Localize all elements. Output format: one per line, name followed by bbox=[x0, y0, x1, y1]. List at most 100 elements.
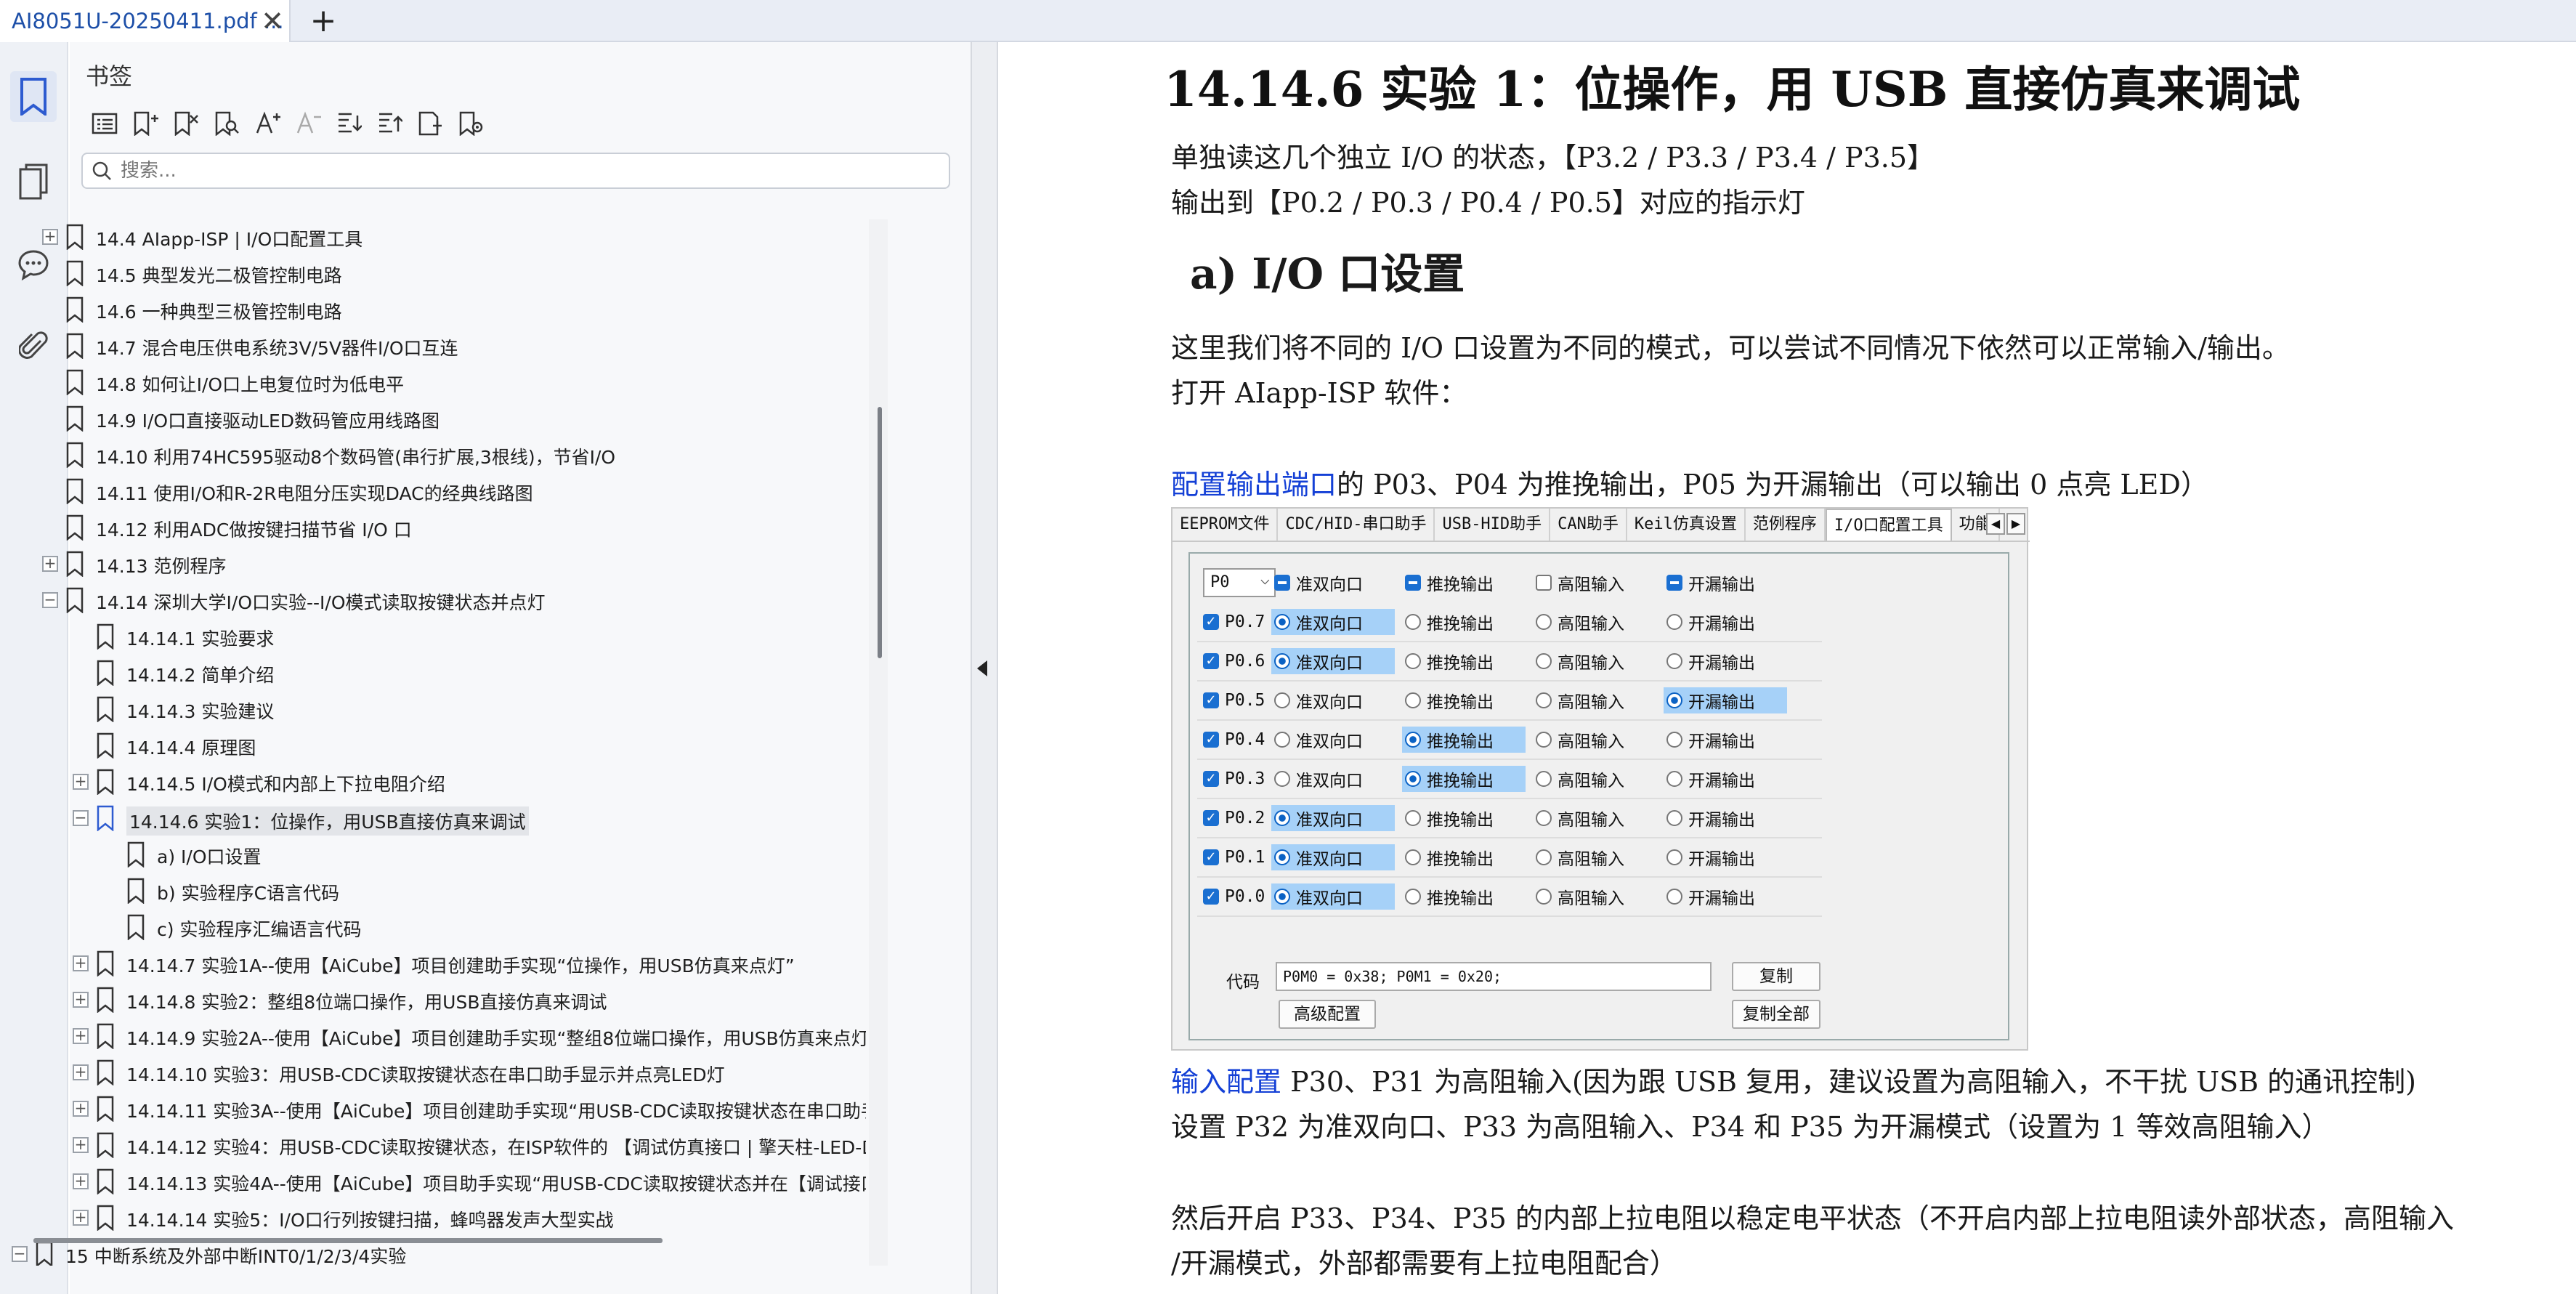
new-tab-button[interactable]: + bbox=[307, 5, 340, 37]
pin-checkbox[interactable]: ✓ P0.1 bbox=[1200, 844, 1265, 870]
expand-icon[interactable]: + bbox=[73, 992, 89, 1008]
bookmark-search-input[interactable] bbox=[121, 160, 920, 182]
mode-radio[interactable]: 准双向口 bbox=[1271, 766, 1395, 792]
bookmark-row[interactable]: 14.14.4 原理图 bbox=[12, 728, 866, 763]
mode-radio[interactable]: 推挽输出 bbox=[1402, 844, 1526, 870]
mode-radio[interactable]: 准双向口 bbox=[1271, 883, 1395, 910]
bookmark-scrollbar-thumb[interactable] bbox=[878, 407, 882, 658]
find-bookmark-icon[interactable] bbox=[206, 105, 247, 142]
mode-radio[interactable]: 准双向口 bbox=[1271, 609, 1395, 635]
expand-icon[interactable]: + bbox=[73, 1028, 89, 1044]
mode-radio[interactable]: 开漏输出 bbox=[1664, 805, 1787, 831]
bookmark-list-icon[interactable] bbox=[84, 105, 125, 142]
mode-radio[interactable]: 高阻输入 bbox=[1533, 609, 1656, 635]
tab-scroll-left-icon[interactable]: ◀ bbox=[1986, 513, 2005, 535]
expand-icon[interactable]: + bbox=[73, 1173, 89, 1189]
bookmark-row[interactable]: +14.13 范例程序 bbox=[12, 546, 866, 581]
bookmark-row[interactable]: +14.14.13 实验4A--使用【AiCube】项目助手实现“用USB-CD… bbox=[12, 1164, 866, 1199]
mode-radio[interactable]: 开漏输出 bbox=[1664, 687, 1787, 713]
expand-icon[interactable]: + bbox=[42, 229, 58, 245]
bookmark-search-box[interactable] bbox=[81, 153, 950, 189]
mode-radio[interactable]: 开漏输出 bbox=[1664, 609, 1787, 635]
collapse-bookmarks-icon[interactable] bbox=[369, 105, 410, 142]
mode-radio[interactable]: 推挽输出 bbox=[1402, 805, 1526, 831]
bookmark-scrollbar[interactable] bbox=[869, 219, 888, 1266]
expand-icon[interactable]: + bbox=[73, 1210, 89, 1226]
mode-radio[interactable]: 高阻输入 bbox=[1533, 805, 1656, 831]
mode-header-checkbox[interactable]: 开漏输出 bbox=[1664, 570, 1755, 596]
bookmark-row[interactable]: 14.6 一种典型三极管控制电路 bbox=[12, 292, 866, 327]
bookmark-row[interactable]: +14.4 AIapp-ISP | I/O口配置工具 bbox=[12, 219, 866, 254]
tool-tab[interactable]: Keil仿真设置 bbox=[1627, 509, 1746, 541]
mode-radio[interactable]: 开漏输出 bbox=[1664, 766, 1787, 792]
mode-radio[interactable]: 推挽输出 bbox=[1402, 727, 1526, 753]
collapse-icon[interactable]: − bbox=[42, 592, 58, 608]
mode-radio[interactable]: 准双向口 bbox=[1271, 648, 1395, 674]
bookmark-row[interactable]: 14.10 利用74HC595驱动8个数码管(串行扩展,3根线)，节省I/O bbox=[12, 437, 866, 472]
expand-icon[interactable]: + bbox=[73, 774, 89, 790]
mode-header-checkbox[interactable]: 准双向口 bbox=[1271, 570, 1363, 596]
bookmark-row[interactable]: 14.12 利用ADC做按键扫描节省 I/O 口 bbox=[12, 510, 866, 545]
output-config-link[interactable]: 配置输出端口 bbox=[1171, 469, 1337, 501]
mode-radio[interactable]: 准双向口 bbox=[1271, 844, 1395, 870]
expand-icon[interactable]: + bbox=[73, 955, 89, 971]
pin-checkbox[interactable]: ✓ P0.3 bbox=[1200, 766, 1265, 792]
expand-icon[interactable]: + bbox=[73, 1137, 89, 1153]
bookmark-row[interactable]: +14.14.11 实验3A--使用【AiCube】项目创建助手实现“用USB-… bbox=[12, 1091, 866, 1126]
mode-radio[interactable]: 高阻输入 bbox=[1533, 727, 1656, 753]
pages-panel-icon[interactable] bbox=[10, 157, 57, 208]
collapse-icon[interactable]: − bbox=[73, 810, 89, 826]
bookmark-row[interactable]: 14.9 I/O口直接驱动LED数码管应用线路图 bbox=[12, 401, 866, 436]
bookmark-row[interactable]: 14.8 如何让I/O口上电复位时为低电平 bbox=[12, 365, 866, 400]
document-tab[interactable]: AI8051U-20250411.pdf ... ✕ bbox=[0, 0, 291, 42]
mode-radio[interactable]: 高阻输入 bbox=[1533, 766, 1656, 792]
bookmark-row[interactable]: 14.11 使用I/O和R-2R电阻分压实现DAC的经典线路图 bbox=[12, 474, 866, 509]
copy-all-button[interactable]: 复制全部 bbox=[1732, 1000, 1820, 1029]
input-config-link[interactable]: 输入配置 bbox=[1171, 1066, 1281, 1098]
mode-radio[interactable]: 准双向口 bbox=[1271, 727, 1395, 753]
mode-radio[interactable]: 开漏输出 bbox=[1664, 648, 1787, 674]
pin-checkbox[interactable]: ✓ P0.6 bbox=[1200, 648, 1265, 674]
advanced-config-button[interactable]: 高级配置 bbox=[1279, 1000, 1376, 1029]
port-select[interactable]: P0 bbox=[1203, 567, 1276, 597]
expand-bookmarks-icon[interactable] bbox=[328, 105, 369, 142]
bookmark-row[interactable]: 14.7 混合电压供电系统3V/5V器件I/O口互连 bbox=[12, 328, 866, 363]
bookmark-row[interactable]: a) I/O口设置 bbox=[12, 837, 866, 872]
pin-checkbox[interactable]: ✓ P0.0 bbox=[1200, 883, 1265, 910]
bookmark-row[interactable]: +14.14.14 实验5：I/O口行列按键扫描，蜂鸣器发声大型实战 bbox=[12, 1200, 866, 1235]
mode-radio[interactable]: 推挽输出 bbox=[1402, 648, 1526, 674]
tool-tab[interactable]: USB-HID助手 bbox=[1435, 509, 1551, 541]
copy-button[interactable]: 复制 bbox=[1732, 962, 1820, 991]
pin-checkbox[interactable]: ✓ P0.7 bbox=[1200, 609, 1265, 635]
expand-icon[interactable]: + bbox=[42, 556, 58, 572]
bookmark-row[interactable]: +14.14.9 实验2A--使用【AiCube】项目创建助手实现“整组8位端口… bbox=[12, 1019, 866, 1054]
mode-radio[interactable]: 开漏输出 bbox=[1664, 844, 1787, 870]
collapse-panel-icon[interactable] bbox=[971, 654, 993, 683]
tool-tab[interactable]: CDC/HID-串口助手 bbox=[1278, 509, 1435, 541]
tool-tab[interactable]: I/O口配置工具 bbox=[1825, 509, 1952, 541]
add-bookmark-icon[interactable] bbox=[125, 105, 166, 142]
tab-scroll-right-icon[interactable]: ▶ bbox=[2006, 513, 2025, 535]
bookmark-row[interactable]: 14.14.1 实验要求 bbox=[12, 619, 866, 654]
expand-icon[interactable]: + bbox=[73, 1064, 89, 1080]
mode-radio[interactable]: 高阻输入 bbox=[1533, 648, 1656, 674]
delete-bookmark-icon[interactable] bbox=[166, 105, 206, 142]
mode-radio[interactable]: 高阻输入 bbox=[1533, 844, 1656, 870]
pin-checkbox[interactable]: ✓ P0.4 bbox=[1200, 727, 1265, 753]
bookmark-row[interactable]: 14.14.3 实验建议 bbox=[12, 692, 866, 727]
mode-radio[interactable]: 准双向口 bbox=[1271, 805, 1395, 831]
close-tab-icon[interactable]: ✕ bbox=[259, 7, 286, 35]
bookmark-row[interactable]: +14.14.10 实验3：用USB-CDC读取按键状态在串口助手显示并点亮LE… bbox=[12, 1055, 866, 1090]
mode-radio[interactable]: 推挽输出 bbox=[1402, 883, 1526, 910]
tool-tab[interactable]: EEPROM文件 bbox=[1172, 509, 1279, 541]
expand-icon[interactable]: + bbox=[73, 1101, 89, 1117]
bookmark-horizontal-scrollbar-thumb[interactable] bbox=[33, 1238, 663, 1243]
bookmark-panel-icon[interactable] bbox=[10, 71, 57, 122]
pin-checkbox[interactable]: ✓ P0.2 bbox=[1200, 805, 1265, 831]
increase-font-icon[interactable] bbox=[247, 105, 288, 142]
bookmark-row[interactable]: +14.14.12 实验4：用USB-CDC读取按键状态，在ISP软件的 【调试… bbox=[12, 1128, 866, 1162]
bookmark-row[interactable]: − 14.14 深圳大学I/O口实验--I/O模式读取按键状态并点灯 bbox=[12, 583, 866, 618]
bookmark-row[interactable]: +14.14.5 I/O模式和内部上下拉电阻介绍 bbox=[12, 764, 866, 799]
mode-radio[interactable]: 推挽输出 bbox=[1402, 687, 1526, 713]
mode-radio[interactable]: 推挽输出 bbox=[1402, 609, 1526, 635]
